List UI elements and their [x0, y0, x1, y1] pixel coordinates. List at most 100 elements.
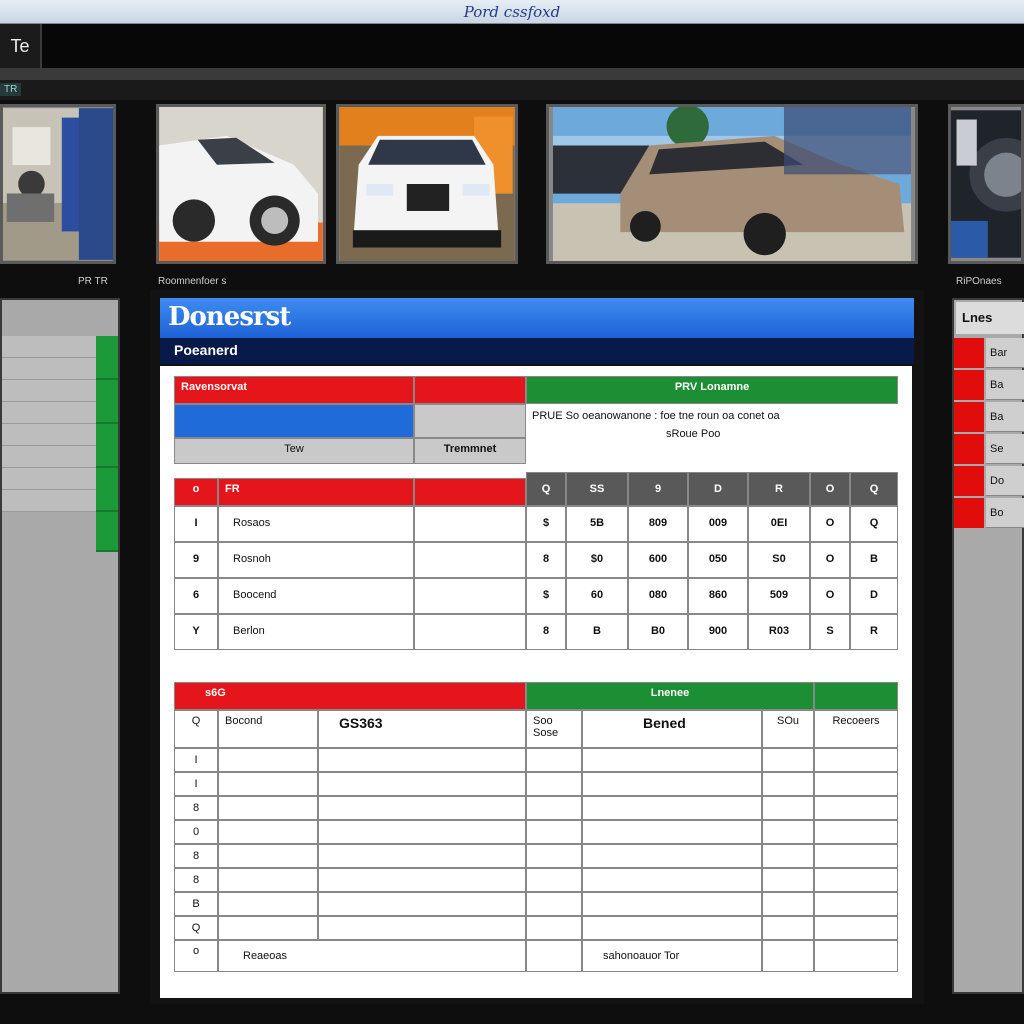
engine-image [951, 110, 1021, 258]
right-panel-item-label: Ba [986, 370, 1024, 400]
table-cell[interactable] [218, 748, 318, 772]
table-cell[interactable] [814, 868, 898, 892]
table1-row-value: B [850, 542, 898, 578]
table-cell[interactable] [814, 916, 898, 940]
toolbar-tag[interactable]: TR [0, 83, 22, 96]
table-cell[interactable] [318, 892, 526, 916]
table1-row-value: $0 [566, 542, 628, 578]
table-cell[interactable] [318, 748, 526, 772]
table-cell[interactable] [526, 796, 582, 820]
table1-col-num: o [174, 478, 218, 506]
right-panel-item-label: Do [986, 466, 1024, 496]
section1-grey-band [414, 404, 526, 438]
right-panel-item[interactable]: Se [954, 434, 1024, 464]
table-cell[interactable] [218, 772, 318, 796]
table-cell[interactable] [762, 916, 814, 940]
list-item[interactable] [2, 446, 96, 468]
table-cell [414, 578, 526, 614]
right-panel-item[interactable]: Bar [954, 338, 1024, 368]
thumbnail-suv-front[interactable] [336, 104, 518, 264]
table-cell[interactable] [582, 796, 762, 820]
table-cell[interactable] [762, 796, 814, 820]
list-item[interactable] [2, 336, 96, 358]
table-cell[interactable] [218, 820, 318, 844]
red-marker [954, 402, 984, 432]
table1-row-value: D [850, 578, 898, 614]
right-panel-item[interactable]: Bo [954, 498, 1024, 528]
table-cell[interactable] [526, 844, 582, 868]
thumbnail-workshop[interactable] [0, 104, 116, 264]
table-cell[interactable] [814, 844, 898, 868]
table1-row-name: Rosnoh [218, 542, 414, 578]
left-side-panel [0, 298, 120, 994]
table1-row-value: O [810, 542, 850, 578]
table-cell[interactable] [318, 796, 526, 820]
table-cell[interactable] [218, 868, 318, 892]
table-cell[interactable] [762, 868, 814, 892]
table-cell[interactable] [526, 916, 582, 940]
table-cell[interactable] [762, 820, 814, 844]
table1-row-value: 60 [566, 578, 628, 614]
table-cell[interactable] [318, 844, 526, 868]
table-cell[interactable] [814, 892, 898, 916]
table-cell[interactable] [526, 868, 582, 892]
section1-left-header: Ravensorvat [174, 376, 414, 404]
table-cell[interactable] [582, 892, 762, 916]
table-cell[interactable] [218, 844, 318, 868]
table-cell[interactable] [762, 844, 814, 868]
table-cell[interactable] [762, 772, 814, 796]
table-cell[interactable] [762, 748, 814, 772]
table-cell[interactable] [318, 916, 526, 940]
table-cell[interactable] [814, 796, 898, 820]
table2-left-header: s6G [174, 682, 526, 710]
list-item[interactable] [2, 358, 96, 380]
list-item[interactable] [2, 424, 96, 446]
status-indicator [96, 468, 118, 512]
table-cell[interactable] [762, 892, 814, 916]
right-panel-item[interactable]: Ba [954, 402, 1024, 432]
table1-row-value: 5B [566, 506, 628, 542]
table-cell[interactable] [526, 772, 582, 796]
list-item[interactable] [2, 402, 96, 424]
list-item[interactable] [2, 380, 96, 402]
thumbnail-engine[interactable] [948, 104, 1024, 264]
table-cell[interactable] [582, 820, 762, 844]
menu-bar: Te [0, 24, 1024, 68]
right-panel-item[interactable]: Do [954, 466, 1024, 496]
table-cell[interactable] [814, 748, 898, 772]
thumbnail-white-car[interactable] [156, 104, 326, 264]
table1-row-value: O [810, 506, 850, 542]
table-cell[interactable] [814, 772, 898, 796]
table1-value-header: R [748, 472, 810, 506]
thumbnail-minivan[interactable] [546, 104, 918, 264]
table2-row-num: 0 [174, 820, 218, 844]
table-cell[interactable] [526, 820, 582, 844]
list-item[interactable] [2, 490, 96, 512]
window-title: Pord cssfoxd [463, 3, 561, 21]
list-item[interactable] [2, 468, 96, 490]
table-cell[interactable] [582, 772, 762, 796]
table1-row-value: 080 [628, 578, 688, 614]
table-cell[interactable] [218, 796, 318, 820]
app-tab[interactable]: Te [0, 24, 42, 68]
table-cell[interactable] [526, 748, 582, 772]
table-cell[interactable] [582, 916, 762, 940]
table-cell[interactable] [814, 820, 898, 844]
table-cell[interactable] [318, 772, 526, 796]
table1-row-value: S0 [748, 542, 810, 578]
table1-row-value: 900 [688, 614, 748, 650]
table-cell[interactable] [218, 892, 318, 916]
section1-left-header-ext [414, 376, 526, 404]
right-panel-item[interactable]: Ba [954, 370, 1024, 400]
table-cell[interactable] [582, 844, 762, 868]
table-cell[interactable] [582, 868, 762, 892]
table1-row-name: Berlon [218, 614, 414, 650]
status-indicator [96, 512, 118, 552]
table-cell[interactable] [218, 916, 318, 940]
document-subtitle: Poeanerd [174, 342, 238, 358]
table-cell[interactable] [318, 868, 526, 892]
table-cell [814, 940, 898, 972]
table-cell[interactable] [582, 748, 762, 772]
table-cell[interactable] [526, 892, 582, 916]
table-cell[interactable] [318, 820, 526, 844]
